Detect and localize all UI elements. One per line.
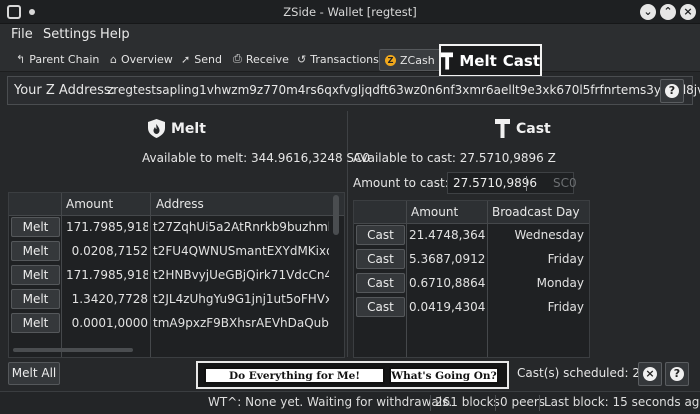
melt-table: Amount Address Melt 171.7985,9184 t27ZqhUi… (8, 192, 345, 358)
cast-row-button[interactable]: Cast (356, 249, 405, 269)
melt-row-button[interactable]: Melt (11, 265, 60, 285)
history-icon: ↺ (297, 52, 307, 66)
melt-row-button[interactable]: Melt (11, 289, 60, 309)
cast-row-amount: 0.0419,4304 (409, 300, 485, 314)
status-last-block: Last block: 15 seconds ago (544, 395, 700, 409)
send-icon: ➚ (181, 52, 191, 66)
tab-overview[interactable]: ⌂ Overview (110, 49, 173, 69)
tab-zcash[interactable]: Z ZCash (379, 49, 441, 71)
menu-file[interactable]: File (11, 27, 33, 42)
melt-heading: Melt (148, 119, 206, 138)
cast-row-day: Friday (547, 252, 584, 266)
clear-casts-button[interactable]: × (638, 362, 662, 386)
cast-row-day: Friday (547, 300, 584, 314)
melt-row-address: t2JL4zUhgYu9G1jnj1ut5oFHVxds (153, 292, 329, 306)
amount-to-cast-label: Amount to cast: (353, 176, 449, 190)
melt-row-address: t2HNBvyjUeGBjQirk71VdcCn4Zr (153, 268, 329, 282)
cast-row-amount: 0.6710,8864 (409, 276, 485, 290)
minimize-button[interactable]: ⌄ (640, 4, 656, 20)
melt-row-button[interactable]: Melt (11, 313, 60, 333)
melt-table-header: Amount Address (9, 193, 344, 216)
amount-to-cast-input[interactable]: 27.5710,9896 SC0 (447, 172, 577, 194)
status-blocks: 261 blocks (435, 395, 500, 409)
cast-row-amount: 5.3687,0912 (409, 252, 485, 266)
cast-row-day: Monday (536, 276, 584, 290)
casts-scheduled: Cast(s) scheduled: 2 (517, 366, 641, 380)
cancel-icon: × (643, 367, 657, 381)
cast-row-day: Wednesday (514, 228, 584, 242)
amount-unit: SC0 (553, 176, 577, 190)
hammer-icon (441, 51, 454, 70)
casts-help-button[interactable]: ? (665, 362, 689, 386)
maximize-button[interactable]: ⌃ (660, 4, 676, 20)
z-address-value[interactable]: zregtestsapling1vhwzm9z770m4rs6qxfvgljqd… (107, 83, 700, 97)
melt-row-address: t27ZqhUi5a2AtRnrkb9buzhmbnE (153, 220, 329, 234)
available-to-cast-value: 27.5710,9896 Z (459, 151, 556, 165)
melt-row-amount: 171.7985,9184 (66, 268, 148, 282)
menu-settings[interactable]: Settings (43, 27, 96, 42)
receive-icon: ⎙ (233, 52, 242, 65)
column-broadcast-day[interactable]: Broadcast Day (492, 205, 580, 219)
melt-table-hscrollbar[interactable] (13, 348, 133, 352)
status-wt: WT^: None yet. Waiting for withdrawals. (208, 395, 453, 409)
melt-all-button[interactable]: Melt All (8, 362, 60, 385)
available-to-cast: Available to cast: 27.5710,9896 Z (353, 151, 556, 165)
available-to-melt: Available to melt: 344.9616,3248 SC0 (142, 151, 371, 165)
cast-heading: Cast (495, 119, 551, 138)
cast-row-button[interactable]: Cast (356, 273, 405, 293)
help-icon: ? (665, 84, 679, 98)
panel-divider (347, 111, 348, 357)
tab-melt-cast[interactable]: Melt Cast (439, 44, 542, 77)
address-help-button[interactable]: ? (660, 79, 684, 103)
cast-row-button[interactable]: Cast (356, 297, 405, 317)
close-button[interactable]: × (680, 4, 696, 20)
amount-to-cast-value: 27.5710,9896 (453, 176, 537, 190)
parent-chain-icon: ↰ (16, 52, 26, 66)
title-bar: ZSide - Wallet [regtest] ⌄ ⌃ × (0, 0, 700, 24)
melt-row-amount: 0.0001,0000 (71, 316, 148, 330)
cast-table-header: Amount Broadcast Day (354, 201, 589, 224)
menu-bar: File Settings Help (0, 24, 700, 46)
column-amount[interactable]: Amount (411, 205, 458, 219)
column-address[interactable]: Address (156, 197, 204, 211)
home-icon: ⌂ (110, 52, 117, 66)
melt-table-vscrollbar[interactable] (333, 195, 339, 235)
do-everything-button[interactable]: Do Everything for Me! (204, 367, 385, 384)
z-address-label: Your Z Address: (14, 83, 116, 98)
melt-row-amount: 1.3420,7728 (71, 292, 148, 306)
toolbar: ↰ Parent Chain ⌂ Overview ➚ Send ⎙ Recei… (0, 46, 700, 72)
window-title: ZSide - Wallet [regtest] (283, 5, 417, 19)
column-amount[interactable]: Amount (66, 197, 113, 211)
shield-flame-icon (148, 119, 165, 138)
melt-row-amount: 171.7985,9184 (66, 220, 148, 234)
melt-row-address: t2FU4QWNUSmantEXYdMKixdbN (153, 244, 329, 258)
melt-row-button[interactable]: Melt (11, 241, 60, 261)
cast-row-button[interactable]: Cast (356, 225, 405, 245)
whats-going-on-button[interactable]: What's Going On? (389, 367, 499, 384)
melt-row-amount: 0.0208,7152 (71, 244, 148, 258)
tab-parent-chain[interactable]: ↰ Parent Chain (16, 49, 99, 69)
melt-row-address: tmA9pxzF9BXhsrAEVhDaQubhTh (153, 316, 329, 330)
cast-table: Amount Broadcast Day Cast 21.4748,3648 Wed… (353, 200, 590, 358)
z-address-bar: Your Z Address: zregtestsapling1vhwzm9z7… (7, 76, 700, 105)
tab-transactions[interactable]: ↺ Transactions (297, 49, 379, 69)
status-bar: WT^: None yet. Waiting for withdrawals. … (0, 391, 700, 414)
cast-row-amount: 21.4748,3648 (409, 228, 485, 242)
melt-row-button[interactable]: Melt (11, 217, 60, 237)
menu-help[interactable]: Help (100, 27, 130, 42)
zcash-icon: Z (385, 54, 396, 66)
help-icon: ? (670, 367, 684, 381)
automation-box: Do Everything for Me! What's Going On? (196, 361, 509, 389)
tab-receive[interactable]: ⎙ Receive (233, 49, 289, 69)
hammer-icon (495, 119, 510, 138)
tab-send[interactable]: ➚ Send (181, 49, 222, 69)
